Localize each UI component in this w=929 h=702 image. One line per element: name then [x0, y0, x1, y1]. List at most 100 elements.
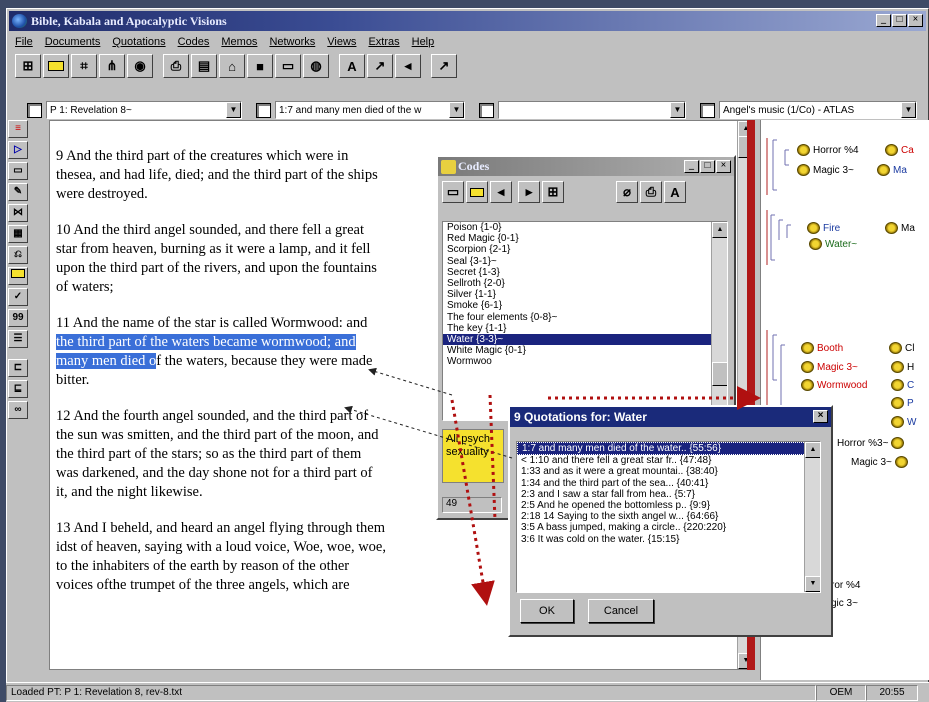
list-item[interactable]: 3:5 A bass jumped, making a circle.. {22… [517, 522, 820, 533]
menu-extras[interactable]: Extras [368, 36, 399, 48]
minimize-button[interactable]: _ [876, 14, 891, 27]
open-icon[interactable]: ⌂ [219, 54, 245, 78]
font-icon[interactable]: A [664, 181, 686, 203]
quotation-tool-icon[interactable] [43, 54, 69, 78]
quotations-list[interactable]: 1:7 and many men died of the water.. {55… [516, 441, 821, 593]
title-bar[interactable]: Bible, Kabala and Apocalyptic Visions _ … [9, 11, 926, 31]
hierarchy-icon[interactable]: ⊑ [8, 380, 28, 398]
network-node[interactable]: C [891, 379, 914, 391]
ok-button[interactable]: OK [520, 599, 574, 623]
link-icon[interactable]: ⎌ [8, 246, 28, 264]
font-icon[interactable]: A [339, 54, 365, 78]
save-icon[interactable]: ■ [247, 54, 273, 78]
vcr-icon[interactable]: ∞ [8, 401, 28, 419]
maximize-button[interactable]: □ [892, 14, 907, 27]
network-node[interactable]: ror %4 [831, 580, 860, 591]
network-node[interactable]: Fire [807, 222, 840, 234]
network-node[interactable]: Water~ [809, 238, 857, 250]
network-small-icon[interactable]: ⋈ [8, 204, 28, 222]
list-item[interactable]: Poison {1-0} [443, 222, 727, 233]
list-item[interactable]: White Magic {0-1} [443, 345, 727, 356]
quotation-combo[interactable]: 1:7 and many men died of the w ▼ [275, 101, 465, 119]
list-item[interactable]: Red Magic {0-1} [443, 233, 727, 244]
network-node[interactable]: Ma [885, 222, 915, 234]
family-icon[interactable]: ⊏ [8, 359, 28, 377]
quotations-title-bar[interactable]: 9 Quotations for: Water × [510, 407, 831, 427]
network-node[interactable]: Ca [885, 144, 914, 156]
list-item[interactable]: Wormwoo [443, 356, 727, 367]
list-item[interactable]: 3:6 It was cold on the water. {15:15} [517, 534, 820, 545]
next-icon[interactable]: ▸ [518, 181, 540, 203]
window-icon[interactable]: ▭ [275, 54, 301, 78]
list-item[interactable]: Scorpion {2-1} [443, 244, 727, 255]
maximize-button[interactable]: □ [700, 160, 715, 173]
grid-tool-icon[interactable]: ⊞ [15, 54, 41, 78]
menu-views[interactable]: Views [327, 36, 356, 48]
list-item[interactable]: Silver {1-1} [443, 289, 727, 300]
network-node[interactable]: Magic 3~ [851, 456, 908, 468]
minimize-button[interactable]: _ [684, 160, 699, 173]
list-item[interactable]: 2:5 And he opened the bottomless p.. {9:… [517, 500, 820, 511]
codes-scrollbar[interactable]: ▲ [711, 222, 727, 420]
print-icon[interactable]: ⎙ [163, 54, 189, 78]
network-node[interactable]: Horror %3~ [837, 437, 905, 449]
close-button[interactable]: × [813, 410, 828, 423]
network-node[interactable]: Horror %4 [797, 144, 859, 156]
code-selector-icon[interactable] [479, 102, 494, 118]
binoculars-icon[interactable]: ◉ [127, 54, 153, 78]
menu-documents[interactable]: Documents [45, 36, 101, 48]
network-node[interactable]: H [891, 361, 914, 373]
cancel-button[interactable]: Cancel [588, 599, 654, 623]
codes-list[interactable]: Poison {1-0} Red Magic {0-1} Scorpion {2… [442, 221, 728, 421]
document-combo[interactable]: P 1: Revelation 8~ ▼ [46, 101, 242, 119]
quotation-selector-icon[interactable] [256, 102, 271, 118]
menu-memos[interactable]: Memos [221, 36, 257, 48]
list-item[interactable]: < 1:10 and there fell a great star fr.. … [517, 455, 820, 466]
code-margin-icon[interactable]: ≡ [8, 120, 28, 138]
list-item-selected[interactable]: 1:7 and many men died of the water.. {55… [517, 442, 820, 456]
edit-code-icon[interactable]: ✎ [8, 183, 28, 201]
network-node[interactable]: Ma [877, 164, 907, 176]
close-button[interactable]: × [716, 160, 731, 173]
list-item[interactable]: The four elements {0-8}~ [443, 312, 727, 323]
document-selector-icon[interactable] [27, 102, 42, 118]
memo-icon[interactable]: ☰ [8, 330, 28, 348]
globe-icon[interactable]: ◍ [303, 54, 329, 78]
menu-quotations[interactable]: Quotations [112, 36, 165, 48]
quote-99-icon[interactable]: 99 [8, 309, 28, 327]
network-node[interactable]: P [891, 397, 914, 409]
list-item[interactable]: The key {1-1} [443, 323, 727, 334]
list-item[interactable]: 1:33 and as it were a great mountai.. {3… [517, 466, 820, 477]
arrow-tool-icon[interactable]: ↗ [367, 54, 393, 78]
network-node[interactable]: Magic 3~ [797, 164, 854, 176]
list-item[interactable]: 1:34 and the third part of the sea... {4… [517, 478, 820, 489]
print-icon[interactable]: ⎙ [640, 181, 662, 203]
list-item[interactable]: Sellroth {2-0} [443, 278, 727, 289]
play-icon[interactable]: ▷ [8, 141, 28, 159]
eraser-icon[interactable]: ⌀ [616, 181, 638, 203]
pointer-icon[interactable]: ↗ [431, 54, 457, 78]
network-node[interactable]: Cl [889, 342, 914, 354]
network-node[interactable]: Wormwood [801, 379, 867, 391]
network-node[interactable]: Magic 3~ [801, 361, 858, 373]
codes-title-bar[interactable]: Codes _ □ × [438, 157, 734, 176]
list-item[interactable]: Seal {3-1}~ [443, 256, 727, 267]
list-item-selected[interactable]: Water {3-3}~ [443, 334, 727, 346]
network-node[interactable]: W [891, 416, 916, 428]
prev-icon[interactable]: ◂ [490, 181, 512, 203]
list-item[interactable]: Secret {1-3} [443, 267, 727, 278]
code-tool-icon[interactable]: ⌗ [71, 54, 97, 78]
network-node[interactable]: Booth [801, 342, 843, 354]
code-memo-area[interactable]: All psych sexuality [442, 429, 504, 483]
list-item[interactable]: 2:3 and I saw a star fall from hea.. {5:… [517, 489, 820, 500]
code-combo[interactable]: ▼ [498, 101, 686, 119]
check-icon[interactable]: ✓ [8, 288, 28, 306]
close-button[interactable]: × [908, 14, 923, 27]
list-item[interactable]: 2:18 14 Saying to the sixth angel w... {… [517, 511, 820, 522]
prev-icon[interactable]: ◂ [395, 54, 421, 78]
code-list-icon[interactable]: ▦ [8, 225, 28, 243]
network-tool-icon[interactable]: ⋔ [99, 54, 125, 78]
scroll-thumb[interactable] [712, 362, 727, 386]
yellow-quotation-icon[interactable] [8, 267, 28, 285]
menu-networks[interactable]: Networks [269, 36, 315, 48]
